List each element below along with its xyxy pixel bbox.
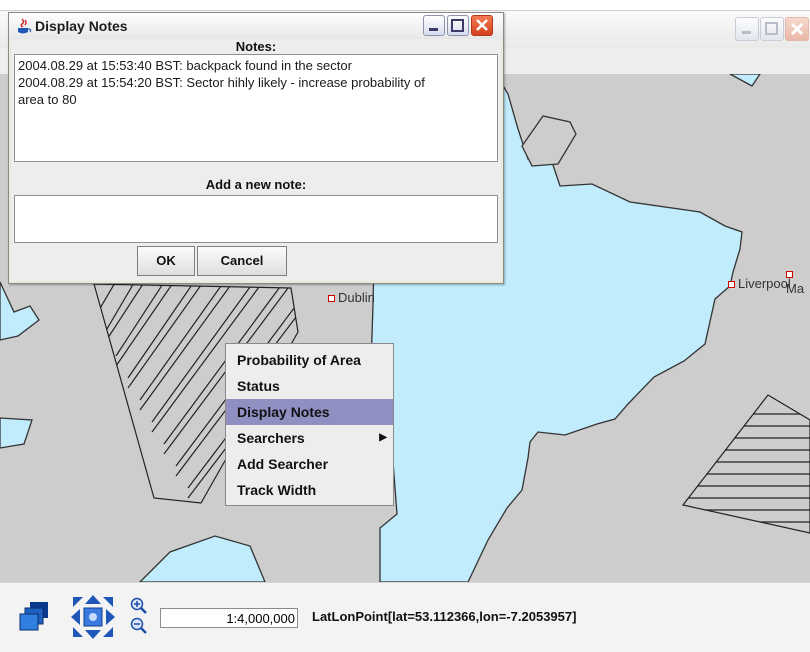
menu-item-add-searcher[interactable]: Add Searcher [226, 451, 393, 477]
main-minimize-button[interactable] [735, 17, 759, 41]
context-menu: Probability of Area Status Display Notes… [225, 343, 394, 506]
note-line: 2004.08.29 at 15:53:40 BST: backpack fou… [18, 58, 352, 73]
menu-item-status[interactable]: Status [226, 373, 393, 399]
display-notes-dialog: Display Notes Notes: 2004.08.29 at 15:53… [8, 12, 504, 284]
dialog-close-button[interactable] [471, 15, 493, 36]
close-icon [790, 22, 804, 36]
city-label-dublin: Dublin [328, 290, 375, 305]
city-label-liverpool: Liverpool [728, 276, 791, 291]
add-note-label: Add a new note: [205, 177, 307, 192]
notes-label: Notes: [235, 39, 277, 54]
menu-item-display-notes[interactable]: Display Notes [226, 399, 393, 425]
city-name: Dublin [338, 290, 375, 305]
note-line: 2004.08.29 at 15:54:20 BST: Sector hihly… [18, 75, 425, 90]
menu-item-label: Display Notes [237, 404, 330, 420]
dialog-titlebar[interactable]: Display Notes [9, 13, 503, 39]
city-label-ma: Ma [786, 266, 810, 296]
dialog-body: Notes: 2004.08.29 at 15:53:40 BST: backp… [11, 39, 501, 281]
close-icon [476, 19, 488, 31]
dialog-maximize-button[interactable] [447, 15, 469, 36]
minimize-icon [742, 31, 751, 34]
main-maximize-button[interactable] [760, 17, 784, 41]
city-name: Ma [786, 281, 805, 296]
zoom-out-icon[interactable] [130, 617, 148, 640]
ok-button[interactable]: OK [137, 246, 195, 276]
new-note-input[interactable] [14, 195, 498, 243]
submenu-arrow-icon: ▶ [379, 432, 387, 443]
map-toolbar: 1:4,000,000 LatLonPoint[lat=53.112366,lo… [0, 582, 810, 652]
main-close-button[interactable] [785, 17, 809, 41]
java-cup-icon [15, 17, 33, 40]
minimize-icon [429, 28, 438, 31]
city-marker-icon [728, 281, 735, 289]
coordinates-readout: LatLonPoint[lat=53.112366,lon=-7.2053957… [312, 609, 577, 624]
dialog-title: Display Notes [35, 18, 128, 34]
menu-item-searchers[interactable]: Searchers ▶ [226, 425, 393, 451]
dialog-minimize-button[interactable] [423, 15, 445, 36]
city-marker-icon [786, 271, 793, 279]
menu-item-track-width[interactable]: Track Width [226, 477, 393, 503]
city-marker-icon [328, 295, 335, 303]
menu-item-label: Probability of Area [237, 352, 361, 368]
scale-field[interactable]: 1:4,000,000 [160, 608, 298, 628]
menu-item-label: Searchers [237, 430, 305, 446]
notes-textarea[interactable]: 2004.08.29 at 15:53:40 BST: backpack fou… [14, 54, 498, 162]
layers-icon[interactable] [18, 600, 52, 637]
maximize-icon [451, 19, 464, 32]
menu-item-label: Add Searcher [237, 456, 329, 472]
menu-item-label: Track Width [237, 482, 317, 498]
city-name: Liverpool [738, 276, 791, 291]
maximize-icon [765, 22, 778, 35]
menu-item-label: Status [237, 378, 280, 394]
note-line: area to 80 [18, 92, 77, 107]
pan-navigation-icon[interactable] [70, 594, 116, 645]
cancel-button[interactable]: Cancel [197, 246, 287, 276]
menu-item-probability-of-area[interactable]: Probability of Area [226, 347, 393, 373]
